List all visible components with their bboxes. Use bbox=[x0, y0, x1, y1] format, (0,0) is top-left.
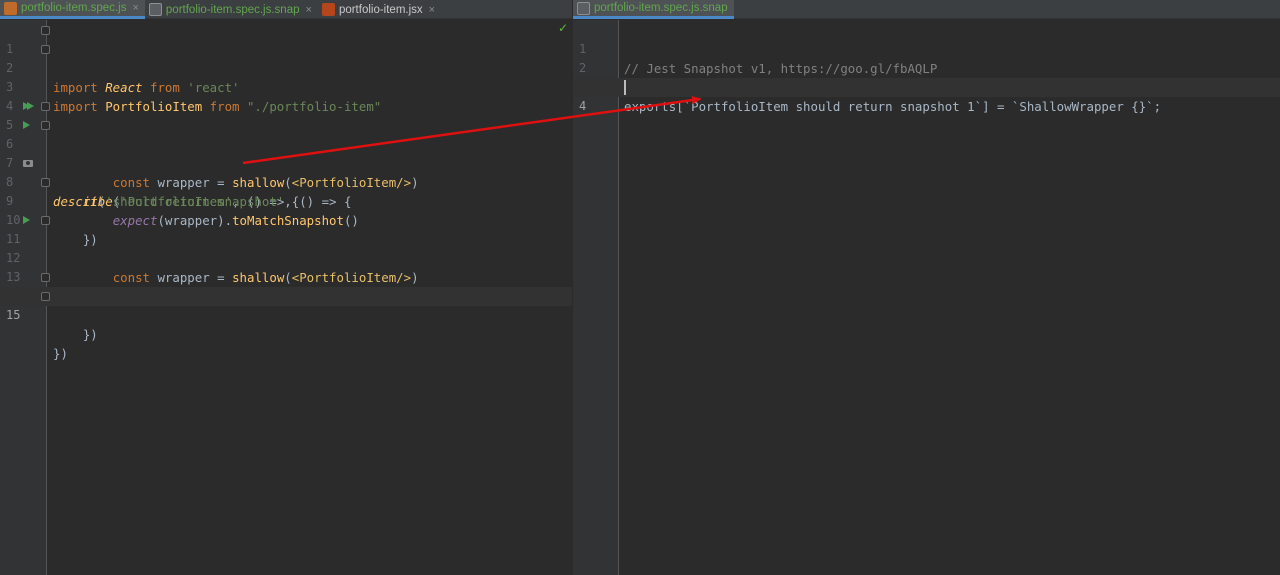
fold-icon[interactable] bbox=[41, 216, 50, 225]
code-line[interactable]: 4 bbox=[0, 78, 572, 113]
code-line-current[interactable]: 15 }) bbox=[0, 287, 572, 361]
tab-portfolio-item-spec-js[interactable]: portfolio-item.spec.js × bbox=[0, 0, 145, 19]
tab-label: portfolio-item.spec.js bbox=[21, 2, 127, 14]
right-editor[interactable]: 1 // Jest Snapshot v1, https://goo.gl/fb… bbox=[573, 20, 1280, 575]
code-text: exports[`PortfolioItem should return sna… bbox=[624, 99, 1162, 114]
tab-label: portfolio-item.jsx bbox=[338, 3, 423, 16]
snapshot-file-icon bbox=[577, 1, 590, 15]
line-number: 4 bbox=[579, 99, 587, 113]
code-line[interactable]: 2 bbox=[574, 40, 1280, 75]
code-line[interactable]: 10 bbox=[0, 192, 572, 227]
jsx-file-icon bbox=[321, 3, 335, 16]
code-line[interactable]: 1 import React from 'react' bbox=[0, 21, 572, 95]
close-icon[interactable]: × bbox=[306, 4, 312, 16]
run-icon[interactable] bbox=[27, 102, 34, 110]
code-line[interactable]: 7 const wrapper = shallow(<PortfolioItem… bbox=[0, 135, 572, 190]
line-number: 15 bbox=[6, 308, 21, 322]
close-icon[interactable]: × bbox=[132, 2, 138, 14]
tab-label: portfolio-item.spec.js.snap bbox=[165, 3, 300, 16]
code-text: }) bbox=[53, 346, 68, 361]
tab-label: portfolio-item.spec.js.snap bbox=[594, 2, 728, 14]
close-icon[interactable]: × bbox=[429, 4, 435, 16]
text-caret bbox=[624, 80, 626, 95]
code-line[interactable]: 9 }) bbox=[0, 173, 572, 247]
camera-icon[interactable] bbox=[23, 160, 33, 167]
fold-icon[interactable] bbox=[41, 45, 50, 54]
code-text: }) bbox=[53, 327, 98, 342]
code-line[interactable]: 14 }) bbox=[0, 268, 572, 342]
code-line[interactable]: 3 bbox=[0, 59, 572, 94]
fold-icon[interactable] bbox=[41, 102, 50, 111]
code-line[interactable]: 13 expect(wrapper.find('a').text()).toEq… bbox=[0, 249, 572, 304]
code-line[interactable]: 12 const wrapper = shallow(<PortfolioIte… bbox=[0, 230, 572, 285]
code-line[interactable]: 5 describe('PortfolioItem', () => { bbox=[0, 97, 572, 209]
code-line-current[interactable]: 4 bbox=[574, 78, 1280, 113]
tab-portfolio-item-jsx[interactable]: portfolio-item.jsx × bbox=[318, 0, 441, 19]
code-line[interactable]: 1 // Jest Snapshot v1, https://goo.gl/fb… bbox=[574, 21, 1280, 76]
left-tab-bar: portfolio-item.spec.js × portfolio-item.… bbox=[0, 0, 572, 19]
fold-icon[interactable] bbox=[41, 292, 50, 301]
tab-portfolio-item-spec-js-snap[interactable]: portfolio-item.spec.js.snap × bbox=[145, 0, 318, 19]
fold-icon[interactable] bbox=[41, 178, 50, 187]
js-file-icon bbox=[4, 1, 17, 15]
fold-icon[interactable] bbox=[41, 26, 50, 35]
fold-icon[interactable] bbox=[41, 121, 50, 130]
left-editor[interactable]: ✓ 1 import React from 'react' 2 import P… bbox=[0, 20, 572, 575]
code-line[interactable]: 6 it('should return snapshot', () => { bbox=[0, 116, 572, 209]
fold-icon[interactable] bbox=[41, 273, 50, 282]
code-line[interactable]: 11 it('should return <a/> with text "под… bbox=[0, 211, 572, 304]
snapshot-file-icon bbox=[148, 3, 162, 16]
code-line[interactable]: 3 exports[`PortfolioItem should return s… bbox=[574, 59, 1280, 114]
tab-portfolio-item-spec-js-snap-right[interactable]: portfolio-item.spec.js.snap bbox=[573, 0, 734, 19]
run-icon[interactable] bbox=[23, 216, 30, 224]
gutter-divider bbox=[618, 20, 619, 575]
code-line[interactable]: 2 import PortfolioItem from "./portfolio… bbox=[0, 40, 572, 114]
code-line[interactable]: 8 expect(wrapper).toMatchSnapshot() bbox=[0, 154, 572, 228]
run-icon[interactable] bbox=[23, 121, 30, 129]
right-tab-bar: portfolio-item.spec.js.snap bbox=[573, 0, 1280, 19]
